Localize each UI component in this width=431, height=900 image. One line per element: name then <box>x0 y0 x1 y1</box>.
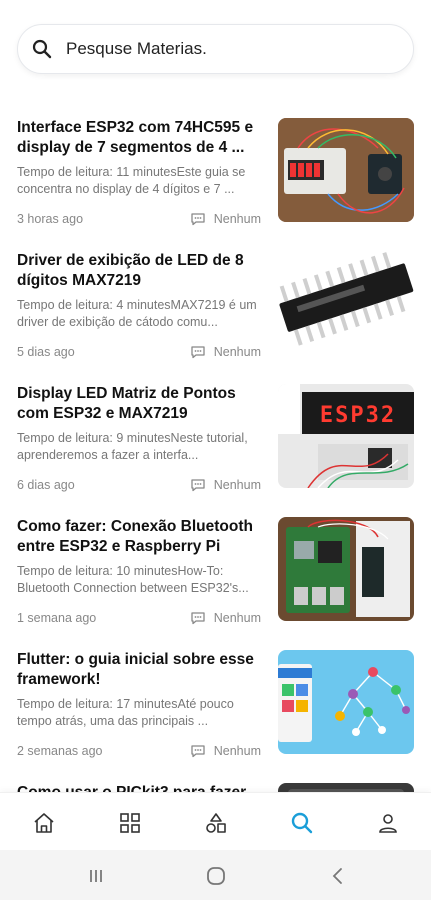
article-title[interactable]: Display LED Matriz de Pontos com ESP32 e… <box>17 384 269 424</box>
article-card[interactable]: Flutter: o guia inicial sobre esse frame… <box>0 642 431 760</box>
comments-label: Nenhum <box>213 345 261 359</box>
article-title[interactable]: Driver de exibição de LED de 8 dígitos M… <box>17 251 269 291</box>
led-matrix-esp32-photo[interactable]: ESP32 <box>278 384 414 488</box>
article-comments[interactable]: Nenhum <box>190 744 261 758</box>
categories-icon[interactable] <box>202 809 230 837</box>
article-time: 2 semanas ago <box>17 744 103 758</box>
search-bar[interactable] <box>17 24 414 74</box>
comment-icon <box>191 213 205 226</box>
article-excerpt: Tempo de leitura: 9 minutesNeste tutoria… <box>17 431 248 462</box>
search-input[interactable] <box>66 39 366 59</box>
raspberry-pi-esp32-photo[interactable] <box>278 517 414 621</box>
article-comments[interactable]: Nenhum <box>190 478 261 492</box>
article-comments[interactable]: Nenhum <box>190 212 261 226</box>
article-time: 3 horas ago <box>17 212 84 226</box>
comment-icon <box>191 745 205 758</box>
back-icon[interactable] <box>326 864 350 888</box>
comments-label: Nenhum <box>213 212 261 226</box>
profile-icon[interactable] <box>374 809 402 837</box>
article-comments[interactable]: Nenhum <box>190 611 261 625</box>
pickit3-photo[interactable] <box>278 783 414 792</box>
article-title[interactable]: Interface ESP32 com 74HC595 e display de… <box>17 118 269 158</box>
comment-icon <box>191 612 205 625</box>
article-card[interactable]: Driver de exibição de LED de 8 dígitos M… <box>0 243 431 361</box>
article-time: 5 dias ago <box>17 345 75 359</box>
comments-label: Nenhum <box>213 611 261 625</box>
article-feed[interactable]: Interface ESP32 com 74HC595 e display de… <box>0 110 431 792</box>
comment-icon <box>191 479 205 492</box>
grid-icon[interactable] <box>116 809 144 837</box>
article-excerpt: Tempo de leitura: 10 minutesHow-To: Blue… <box>17 564 249 595</box>
bottom-navigation <box>0 792 431 850</box>
article-title[interactable]: Como usar o PICkit3 para fazer <box>17 783 269 792</box>
article-excerpt: Tempo de leitura: 17 minutesAté pouco te… <box>17 697 234 728</box>
article-card[interactable]: Como fazer: Conexão Bluetooth entre ESP3… <box>0 509 431 627</box>
comments-label: Nenhum <box>213 744 261 758</box>
search-icon[interactable] <box>288 809 316 837</box>
article-card[interactable]: Interface ESP32 com 74HC595 e display de… <box>0 110 431 228</box>
article-time: 1 semana ago <box>17 611 97 625</box>
article-card[interactable]: Como usar o PICkit3 para fazer <box>0 775 431 792</box>
breadboard-segment-display-photo[interactable] <box>278 118 414 222</box>
home-icon[interactable] <box>30 809 58 837</box>
home-circle-icon[interactable] <box>204 864 228 888</box>
recents-icon[interactable] <box>84 864 108 888</box>
article-title[interactable]: Flutter: o guia inicial sobre esse frame… <box>17 650 269 690</box>
article-title[interactable]: Como fazer: Conexão Bluetooth entre ESP3… <box>17 517 269 557</box>
article-excerpt: Tempo de leitura: 11 minutesEste guia se… <box>17 165 246 196</box>
max7219-chip-photo[interactable] <box>278 251 414 355</box>
article-comments[interactable]: Nenhum <box>190 345 261 359</box>
article-card[interactable]: Display LED Matriz de Pontos com ESP32 e… <box>0 376 431 494</box>
article-time: 6 dias ago <box>17 478 75 492</box>
led-matrix-text: ESP32 <box>320 403 396 428</box>
article-excerpt: Tempo de leitura: 4 minutesMAX7219 é um … <box>17 298 257 329</box>
search-icon <box>32 39 52 59</box>
comments-label: Nenhum <box>213 478 261 492</box>
comment-icon <box>191 346 205 359</box>
system-navigation-bar <box>0 850 431 900</box>
flutter-widget-tree-illustration[interactable] <box>278 650 414 754</box>
